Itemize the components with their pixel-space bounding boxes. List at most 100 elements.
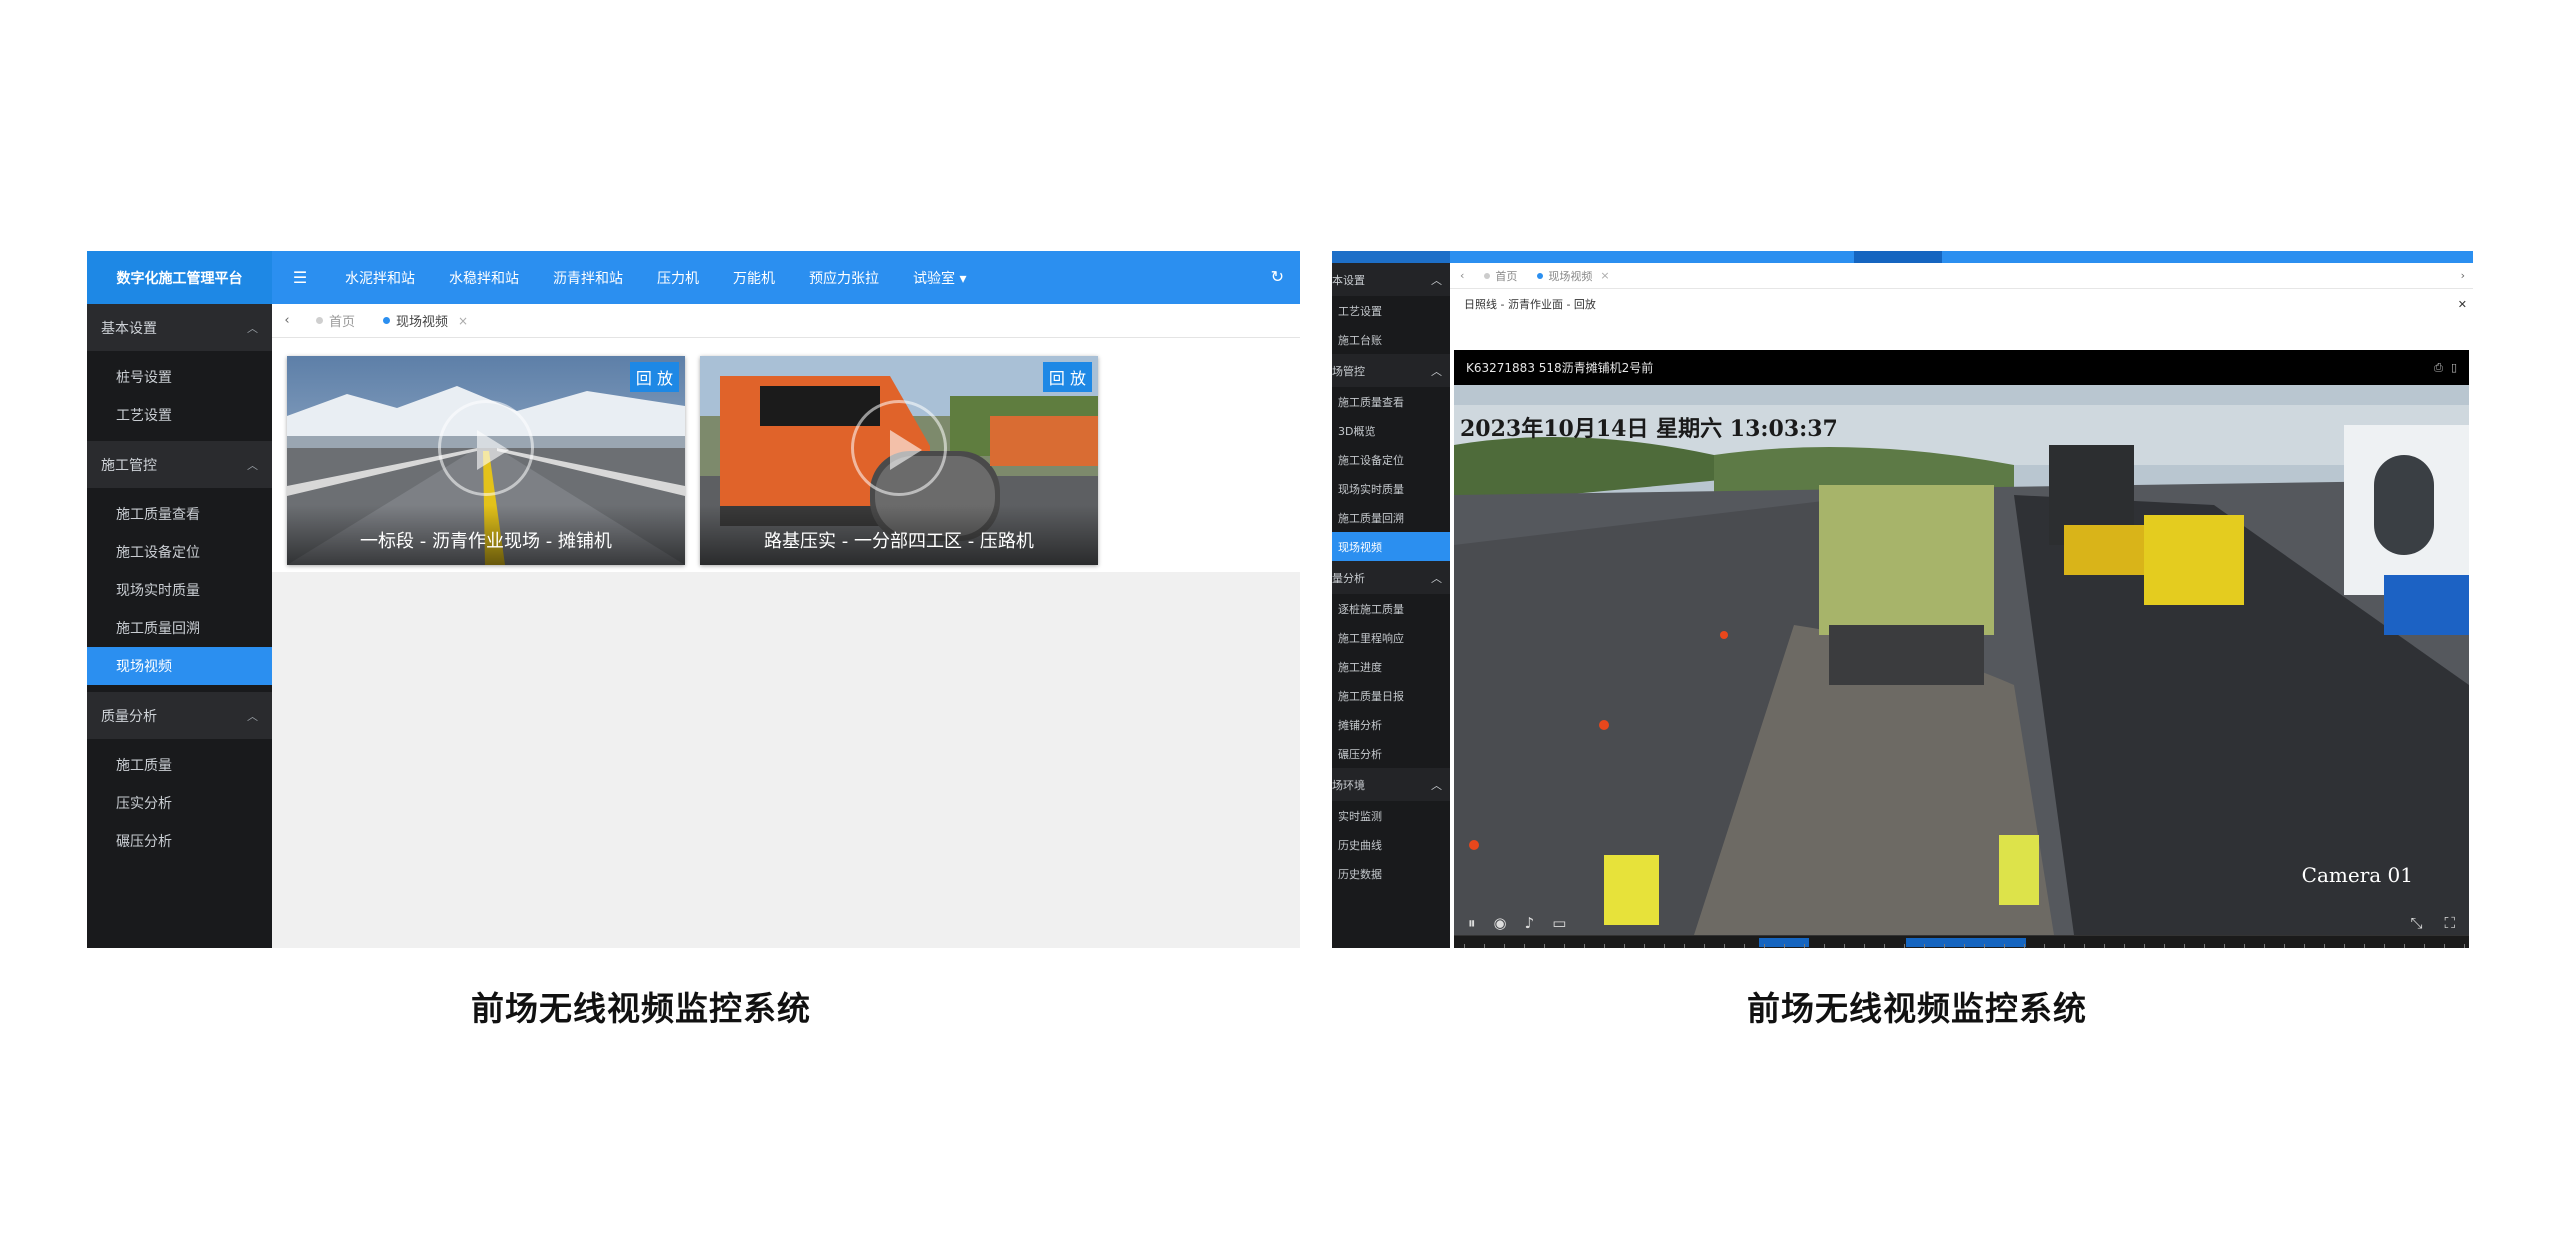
sidebar-group-site-environment[interactable]: 场环境 ︿ — [1332, 768, 1450, 801]
sidebar-item-quality-trace[interactable]: 施工质量回溯 — [1332, 503, 1450, 532]
nav-laboratory-dropdown[interactable]: 试验室 ▾ — [896, 268, 983, 288]
fullscreen-icon[interactable]: ⛶ — [2444, 914, 2455, 932]
sidebar-item-realtime-monitor[interactable]: 实时监测 — [1332, 801, 1450, 830]
sidebar-item-rolling-analysis[interactable]: 碾压分析 — [87, 822, 272, 860]
delete-icon[interactable]: ▯ — [2451, 361, 2457, 374]
timeline-tick — [1624, 944, 1625, 948]
timeline-tick — [2004, 944, 2005, 948]
volume-icon[interactable]: ♪ — [1525, 914, 1535, 932]
sidebar-item-daily-report[interactable]: 施工质量日报 — [1332, 681, 1450, 710]
tab-home[interactable]: 首页 — [1474, 268, 1527, 284]
sidebar-item-history-curve[interactable]: 历史曲线 — [1332, 830, 1450, 859]
caption-left: 前场无线视频监控系统 — [471, 989, 811, 1028]
sidebar-item-quality-view[interactable]: 施工质量查看 — [1332, 387, 1450, 416]
timeline-tick — [2124, 944, 2125, 948]
nav-stabilized-mixing[interactable]: 水稳拌和站 — [432, 268, 536, 288]
timeline-tick — [1824, 944, 1825, 948]
left-screenshot: 数字化施工管理平台 基本设置 ︿ 桩号设置 工艺设置 施工管控 ︿ 施工质量查看… — [87, 251, 1300, 948]
sidebar-item-construction-ledger[interactable]: 施工台账 — [1332, 325, 1450, 354]
sidebar-item-quality-view[interactable]: 施工质量查看 — [87, 495, 272, 533]
video-caption: 一标段 - 沥青作业现场 - 摊铺机 — [287, 505, 685, 565]
timeline-tick — [1544, 944, 1545, 948]
sidebar-item-site-video[interactable]: 现场视频 — [1332, 532, 1450, 561]
sidebar-group-quality-analysis[interactable]: 质量分析 ︿ — [87, 692, 272, 739]
sidebar-item-equipment-location[interactable]: 施工设备定位 — [87, 533, 272, 571]
replay-button[interactable]: 回 放 — [629, 362, 679, 392]
sidebar-item-realtime-quality[interactable]: 现场实时质量 — [87, 571, 272, 609]
chevron-up-icon: ︿ — [1431, 778, 1442, 792]
timeline-tick — [2184, 944, 2185, 948]
sidebar-item-realtime-quality[interactable]: 现场实时质量 — [1332, 474, 1450, 503]
video-card[interactable]: 回 放 路基压实 - 一分部四工区 - 压路机 — [700, 356, 1098, 565]
video-player[interactable]: K63271883 518沥青摊铺机2号前 ⎙ ▯ 2023年10月14日 星期… — [1454, 350, 2469, 948]
refresh-icon[interactable]: ↻ — [1271, 267, 1284, 286]
top-strip — [1332, 251, 2473, 263]
exit-fullscreen-icon[interactable]: ⤡ — [2410, 914, 2422, 932]
timeline-tick — [1904, 944, 1905, 948]
tabs-back-icon[interactable]: ‹ — [1450, 269, 1474, 282]
play-icon[interactable] — [438, 399, 534, 496]
dialog-title: 日照线 - 沥青作业面 - 回放 — [1464, 298, 1596, 311]
sidebar-group-label: 质量分析 — [101, 708, 157, 725]
sidebar-item-quality-trace[interactable]: 施工质量回溯 — [87, 609, 272, 647]
sidebar-group-quality-analysis[interactable]: 量分析 ︿ — [1332, 561, 1450, 594]
timeline-tick — [2424, 944, 2425, 948]
timeline-tick — [2304, 944, 2305, 948]
close-icon[interactable]: ✕ — [2458, 298, 2467, 311]
sidebar-group-construction-control[interactable]: 施工管控 ︿ — [87, 441, 272, 488]
nav-universal-machine[interactable]: 万能机 — [716, 268, 792, 288]
menu-toggle-icon[interactable]: ☰ — [272, 268, 328, 287]
tab-dot-icon — [1484, 272, 1491, 279]
sidebar-item-process-settings[interactable]: 工艺设置 — [1332, 296, 1450, 325]
tab-site-video[interactable]: 现场视频 × — [1527, 268, 1619, 284]
sidebar-group-basic-settings[interactable]: 基本设置 ︿ — [87, 304, 272, 351]
snapshot-icon[interactable]: ⎙ — [2434, 361, 2443, 374]
timeline-tick — [1604, 944, 1605, 948]
video-controls: ⏸ ◉ ♪ ▭ ⤡ ⛶ — [1454, 908, 2469, 938]
sidebar-item-per-pile-quality[interactable]: 逐桩施工质量 — [1332, 594, 1450, 623]
sidebar-item-mileage-response[interactable]: 施工里程响应 — [1332, 623, 1450, 652]
record-icon[interactable]: ▭ — [1552, 914, 1566, 932]
tabs-bar: ‹ 首页 现场视频 × — [272, 304, 1300, 338]
chevron-up-icon: ︿ — [1431, 273, 1442, 287]
tab-site-video[interactable]: 现场视频 × — [369, 311, 482, 330]
chevron-up-icon: ︿ — [247, 458, 258, 472]
nav-press-machine[interactable]: 压力机 — [640, 268, 716, 288]
sidebar-item-history-data[interactable]: 历史数据 — [1332, 859, 1450, 888]
tab-close-icon[interactable]: × — [458, 314, 468, 328]
nav-prestress-tension[interactable]: 预应力张拉 — [792, 268, 896, 288]
nav-cement-mixing[interactable]: 水泥拌和站 — [328, 268, 432, 288]
sidebar-item-construction-quality[interactable]: 施工质量 — [87, 746, 272, 784]
timeline-tick — [2224, 944, 2225, 948]
sidebar-item-compaction-analysis[interactable]: 压实分析 — [87, 784, 272, 822]
timeline-tick — [2164, 944, 2165, 948]
tab-close-icon[interactable]: × — [1600, 269, 1609, 282]
tab-home[interactable]: 首页 — [302, 311, 369, 330]
sidebar-item-progress[interactable]: 施工进度 — [1332, 652, 1450, 681]
tabs-back-icon[interactable]: ‹ — [272, 313, 302, 328]
video-card[interactable]: 回 放 一标段 - 沥青作业现场 - 摊铺机 — [287, 356, 685, 565]
timeline-tick — [1644, 944, 1645, 948]
camera-icon[interactable]: ◉ — [1494, 914, 1507, 932]
sidebar-item-3d-overview[interactable]: 3D概览 — [1332, 416, 1450, 445]
sidebar-group-construction-control[interactable]: 场管控 ︿ — [1332, 354, 1450, 387]
sidebar-item-equipment-location[interactable]: 施工设备定位 — [1332, 445, 1450, 474]
sidebar-item-rolling-analysis[interactable]: 碾压分析 — [1332, 739, 1450, 768]
play-icon[interactable] — [851, 399, 947, 496]
replay-button[interactable]: 回 放 — [1042, 362, 1092, 392]
sidebar-item-site-video[interactable]: 现场视频 — [87, 647, 272, 685]
playback-timeline[interactable] — [1454, 935, 2469, 948]
sidebar-group-label: 场管控 — [1332, 364, 1365, 378]
pause-icon[interactable]: ⏸ — [1468, 914, 1476, 932]
sidebar-item-process-settings[interactable]: 工艺设置 — [87, 396, 272, 434]
timeline-tick — [2264, 944, 2265, 948]
tab-label: 首页 — [1495, 269, 1518, 283]
right-main: ‹ 首页 现场视频 × › 日照线 - 沥青作业面 - 回放 ✕ K6327188… — [1450, 263, 2473, 948]
tabs-forward-icon[interactable]: › — [2461, 269, 2473, 282]
nav-asphalt-mixing[interactable]: 沥青拌和站 — [536, 268, 640, 288]
sidebar-item-pile-settings[interactable]: 桩号设置 — [87, 358, 272, 396]
sidebar-group-basic-settings[interactable]: 本设置 ︿ — [1332, 263, 1450, 296]
timeline-tick — [1564, 944, 1565, 948]
sidebar-item-paving-analysis[interactable]: 摊铺分析 — [1332, 710, 1450, 739]
timeline-tick — [2464, 944, 2465, 948]
